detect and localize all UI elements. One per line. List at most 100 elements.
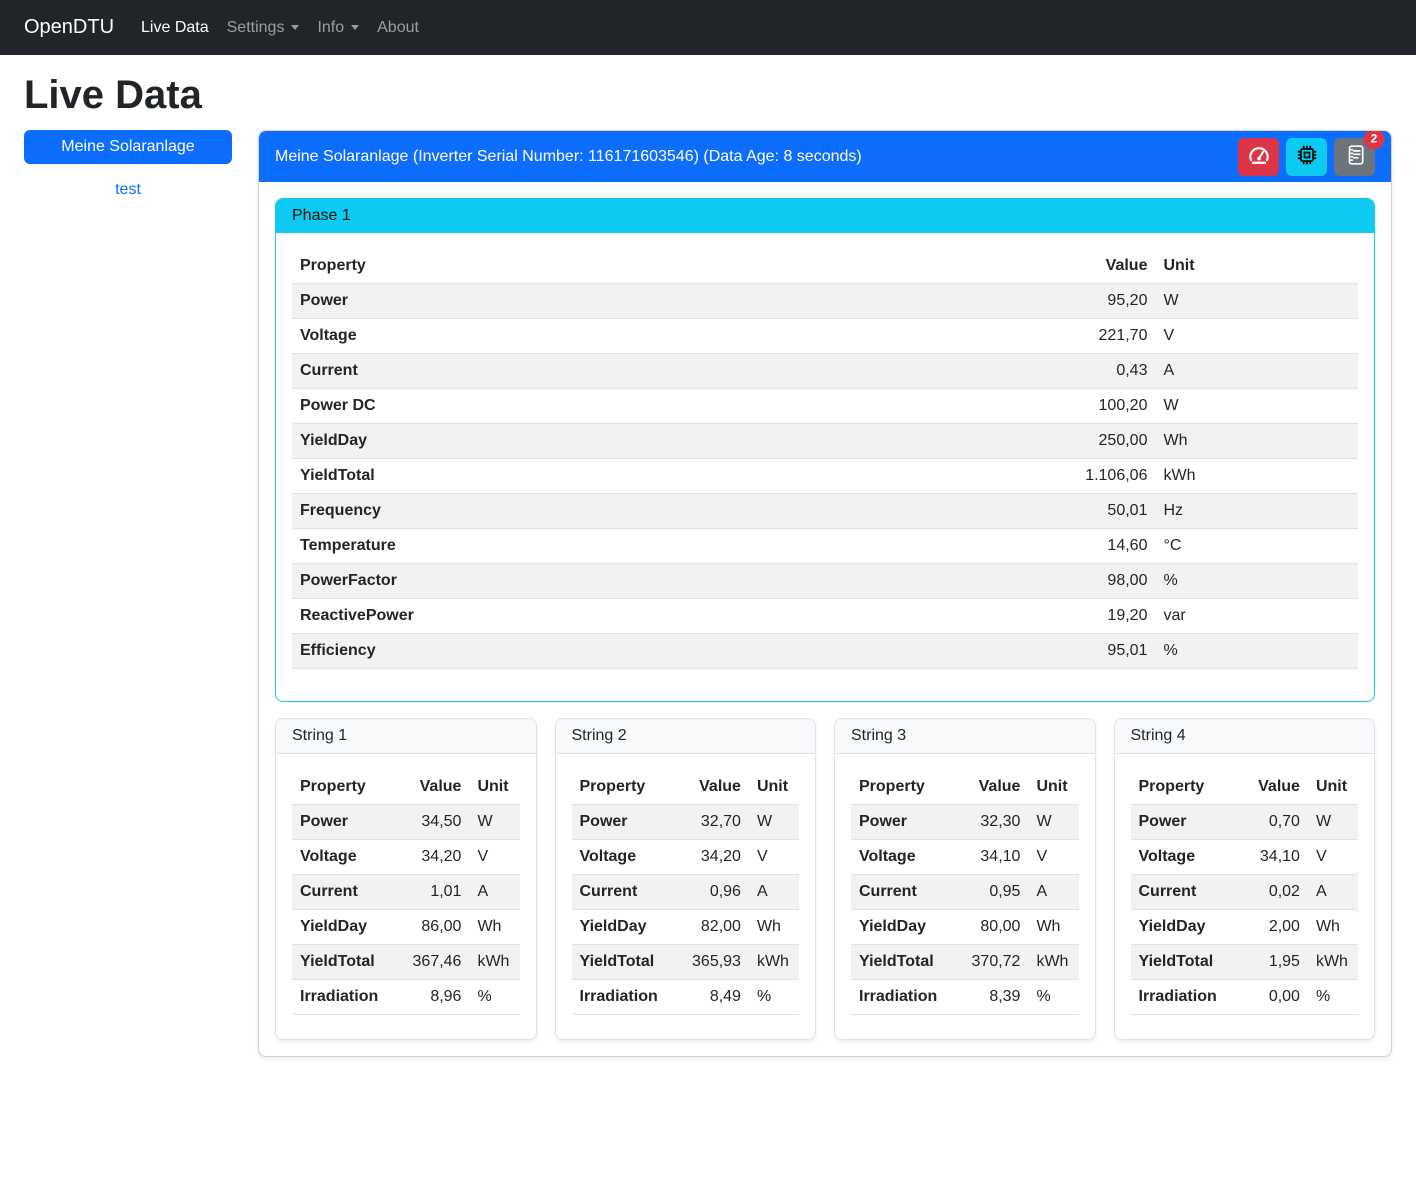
nav-item-settings[interactable]: Settings xyxy=(218,11,309,45)
table-row: Voltage34,20V xyxy=(572,840,800,875)
string-card-3: String 3 PropertyValueUnitPower32,30WVol… xyxy=(834,718,1096,1040)
value-cell: 98,00 xyxy=(1006,564,1155,599)
nav-item-label: Settings xyxy=(227,19,285,37)
unit-cell: % xyxy=(749,980,799,1015)
property-cell: YieldDay xyxy=(851,910,953,945)
table-row: YieldTotal367,46kWh xyxy=(292,945,520,980)
table-row: Voltage221,70V xyxy=(292,319,1358,354)
unit-cell: W xyxy=(469,805,519,840)
content-area: Meine Solaranlage test Meine Solaranlage… xyxy=(0,130,1416,1067)
inverter-panel: Meine Solaranlage (Inverter Serial Numbe… xyxy=(258,130,1392,1057)
table-row: Power32,30W xyxy=(851,805,1079,840)
column-header-unit: Unit xyxy=(1028,770,1078,805)
value-cell: 8,49 xyxy=(674,980,749,1015)
limit-settings-button[interactable] xyxy=(1238,138,1279,176)
inverter-select-button-active[interactable]: Meine Solaranlage xyxy=(24,130,232,164)
value-cell: 365,93 xyxy=(674,945,749,980)
table-row: Current0,96A xyxy=(572,875,800,910)
value-cell: 0,70 xyxy=(1233,805,1308,840)
unit-cell: A xyxy=(1308,875,1358,910)
column-header-value: Value xyxy=(1233,770,1308,805)
table-row: YieldDay250,00Wh xyxy=(292,424,1358,459)
property-cell: Power xyxy=(292,284,1006,319)
value-cell: 19,20 xyxy=(1006,599,1155,634)
nav-item-about[interactable]: About xyxy=(368,11,428,45)
property-cell: ReactivePower xyxy=(292,599,1006,634)
table-header-row: PropertyValueUnit xyxy=(292,770,520,805)
table-row: Temperature14,60°C xyxy=(292,529,1358,564)
nav-item-live-data[interactable]: Live Data xyxy=(132,11,218,45)
unit-cell: V xyxy=(469,840,519,875)
table-header-row: PropertyValueUnit xyxy=(1131,770,1359,805)
navbar: OpenDTU Live Data Settings Info About xyxy=(0,0,1416,55)
table-header-row: PropertyValueUnit xyxy=(292,249,1358,284)
property-cell: Power xyxy=(572,805,674,840)
table-row: Irradiation8,96% xyxy=(292,980,520,1015)
property-cell: Voltage xyxy=(292,840,394,875)
property-cell: YieldTotal xyxy=(851,945,953,980)
column-header-value: Value xyxy=(394,770,469,805)
property-cell: Efficiency xyxy=(292,634,1006,669)
unit-cell: kWh xyxy=(749,945,799,980)
value-cell: 8,39 xyxy=(953,980,1028,1015)
value-cell: 367,46 xyxy=(394,945,469,980)
property-cell: Power DC xyxy=(292,389,1006,424)
property-cell: YieldTotal xyxy=(292,945,394,980)
inverter-panel-header: Meine Solaranlage (Inverter Serial Numbe… xyxy=(259,131,1391,182)
inverter-select-link-test[interactable]: test xyxy=(24,181,232,199)
property-cell: Current xyxy=(292,354,1006,389)
value-cell: 0,02 xyxy=(1233,875,1308,910)
table-row: Voltage34,10V xyxy=(851,840,1079,875)
property-cell: Voltage xyxy=(292,319,1006,354)
column-header-property: Property xyxy=(851,770,953,805)
unit-cell: Wh xyxy=(469,910,519,945)
event-log-button[interactable]: 2 xyxy=(1334,138,1375,176)
table-row: YieldDay82,00Wh xyxy=(572,910,800,945)
column-header-property: Property xyxy=(292,770,394,805)
unit-cell: °C xyxy=(1155,529,1358,564)
property-cell: Temperature xyxy=(292,529,1006,564)
value-cell: 86,00 xyxy=(394,910,469,945)
property-cell: Irradiation xyxy=(1131,980,1233,1015)
unit-cell: % xyxy=(1155,564,1358,599)
table-row: Power DC100,20W xyxy=(292,389,1358,424)
phase-card-body: PropertyValueUnitPower95,20WVoltage221,7… xyxy=(276,233,1374,701)
value-cell: 250,00 xyxy=(1006,424,1155,459)
value-cell: 34,20 xyxy=(674,840,749,875)
property-cell: Power xyxy=(292,805,394,840)
value-cell: 34,50 xyxy=(394,805,469,840)
column-header-property: Property xyxy=(1131,770,1233,805)
property-cell: YieldTotal xyxy=(292,459,1006,494)
property-cell: Current xyxy=(572,875,674,910)
string-table-2: PropertyValueUnitPower32,70WVoltage34,20… xyxy=(572,770,800,1015)
table-header-row: PropertyValueUnit xyxy=(572,770,800,805)
brand-logo[interactable]: OpenDTU xyxy=(24,16,114,39)
unit-cell: kWh xyxy=(1155,459,1358,494)
inverter-panel-title: Meine Solaranlage (Inverter Serial Numbe… xyxy=(275,148,862,166)
table-row: YieldTotal370,72kWh xyxy=(851,945,1079,980)
unit-cell: % xyxy=(1155,634,1358,669)
value-cell: 2,00 xyxy=(1233,910,1308,945)
table-row: Voltage34,20V xyxy=(292,840,520,875)
unit-cell: Hz xyxy=(1155,494,1358,529)
value-cell: 1,01 xyxy=(394,875,469,910)
table-row: YieldTotal1,95kWh xyxy=(1131,945,1359,980)
column-header-property: Property xyxy=(292,249,1006,284)
device-info-button[interactable] xyxy=(1286,138,1327,176)
value-cell: 221,70 xyxy=(1006,319,1155,354)
value-cell: 1,95 xyxy=(1233,945,1308,980)
phase-table: PropertyValueUnitPower95,20WVoltage221,7… xyxy=(292,249,1358,669)
column-header-unit: Unit xyxy=(749,770,799,805)
property-cell: Irradiation xyxy=(572,980,674,1015)
table-row: Current0,02A xyxy=(1131,875,1359,910)
nav-item-info[interactable]: Info xyxy=(308,11,368,45)
table-row: Current1,01A xyxy=(292,875,520,910)
table-row: Irradiation8,39% xyxy=(851,980,1079,1015)
string-table-1: PropertyValueUnitPower34,50WVoltage34,20… xyxy=(292,770,520,1015)
strings-row: String 1 PropertyValueUnitPower34,50WVol… xyxy=(275,718,1375,1040)
string-card-title: String 1 xyxy=(276,719,536,754)
nav-item-label: Info xyxy=(317,19,344,37)
unit-cell: W xyxy=(1028,805,1078,840)
value-cell: 34,10 xyxy=(1233,840,1308,875)
string-table-3: PropertyValueUnitPower32,30WVoltage34,10… xyxy=(851,770,1079,1015)
